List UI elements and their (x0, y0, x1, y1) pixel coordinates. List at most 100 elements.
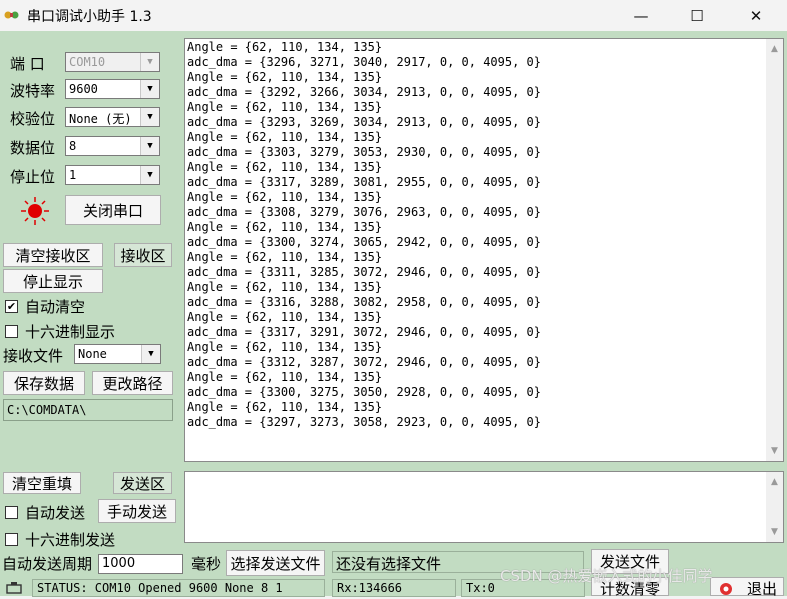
chevron-down-icon: ▼ (140, 80, 159, 98)
clear-receive-button[interactable]: 清空接收区 (3, 243, 103, 267)
close-port-button[interactable]: 关闭串口 (65, 195, 161, 225)
port-status-led-icon (21, 197, 49, 225)
parity-select-value: None (无) (69, 112, 132, 126)
receive-line: adc_dma = {3311, 3285, 3072, 2946, 0, 0,… (187, 265, 542, 279)
send-period-value: 1000 (102, 556, 136, 571)
scroll-down-icon[interactable]: ▼ (766, 524, 783, 540)
receive-area-button[interactable]: 接收区 (114, 243, 172, 267)
receive-line: Angle = {62, 110, 134, 135} (187, 250, 383, 264)
receive-line: Angle = {62, 110, 134, 135} (187, 280, 383, 294)
period-label: 自动发送周期 (2, 555, 93, 573)
csdn-watermark: CSDN @热爱嵌入式的小佳同学 (500, 567, 713, 585)
save-path-field: C:\COMDATA\ (3, 399, 173, 421)
receive-line: adc_dma = {3292, 3266, 3034, 2913, 0, 0,… (187, 85, 542, 99)
chevron-down-icon: ▼ (140, 53, 159, 71)
scroll-down-icon[interactable]: ▼ (766, 443, 783, 459)
rx-count-text: Rx:134666 (337, 581, 403, 595)
receive-file-select[interactable]: None ▼ (74, 344, 161, 364)
maximize-button[interactable]: ☐ (669, 0, 725, 31)
status-text: STATUS: COM10 Opened 9600 None 8 1 (37, 581, 283, 595)
app-icon (4, 11, 19, 19)
send-file-status-text: 还没有选择文件 (336, 555, 442, 573)
port-select[interactable]: COM10 ▼ (65, 52, 160, 72)
tx-count-text: Tx:0 (466, 581, 495, 595)
parity-label: 校验位 (10, 110, 56, 128)
send-scrollbar[interactable]: ▲ ▼ (766, 472, 783, 542)
clear-resend-button[interactable]: 清空重填 (3, 472, 81, 494)
port-label: 端 口 (10, 55, 45, 73)
receive-line: Angle = {62, 110, 134, 135} (187, 100, 383, 114)
receive-file-select-value: None (78, 347, 107, 361)
chevron-down-icon: ▼ (140, 137, 159, 155)
scroll-up-icon[interactable]: ▲ (766, 41, 783, 57)
hex-send-checkbox[interactable] (5, 533, 18, 546)
receive-file-label: 接收文件 (3, 347, 64, 365)
choose-send-file-button[interactable]: 选择发送文件 (226, 550, 325, 576)
receive-line: Angle = {62, 110, 134, 135} (187, 220, 383, 234)
change-path-button[interactable]: 更改路径 (92, 371, 173, 395)
receive-line: adc_dma = {3316, 3288, 3082, 2958, 0, 0,… (187, 295, 542, 309)
chevron-down-icon: ▼ (141, 345, 160, 363)
receive-textarea[interactable]: Angle = {62, 110, 134, 135} adc_dma = {32… (184, 38, 784, 462)
receive-line: adc_dma = {3300, 3275, 3050, 2928, 0, 0,… (187, 385, 542, 399)
receive-line: Angle = {62, 110, 134, 135} (187, 340, 383, 354)
chevron-down-icon: ▼ (140, 108, 159, 126)
stop-display-button[interactable]: 停止显示 (3, 269, 103, 293)
receive-line: adc_dma = {3303, 3279, 3053, 2930, 0, 0,… (187, 145, 542, 159)
receive-line: Angle = {62, 110, 134, 135} (187, 130, 383, 144)
auto-clear-checkbox[interactable]: ✔ (5, 300, 18, 313)
status-text-box: STATUS: COM10 Opened 9600 None 8 1 (32, 579, 325, 597)
receive-line: adc_dma = {3297, 3273, 3058, 2923, 0, 0,… (187, 415, 542, 429)
baud-select-value: 9600 (69, 82, 98, 96)
title-bar: 串口调试小助手 1.3 — ☐ ✕ (0, 0, 787, 31)
receive-line: adc_dma = {3300, 3274, 3065, 2942, 0, 0,… (187, 235, 542, 249)
port-icon (6, 582, 22, 594)
receive-line: adc_dma = {3317, 3289, 3081, 2955, 0, 0,… (187, 175, 542, 189)
receive-line: adc_dma = {3317, 3291, 3072, 2946, 0, 0,… (187, 325, 542, 339)
scroll-up-icon[interactable]: ▲ (766, 474, 783, 490)
auto-send-label: 自动发送 (25, 504, 86, 522)
auto-clear-label: 自动清空 (25, 298, 86, 316)
receive-line: Angle = {62, 110, 134, 135} (187, 370, 383, 384)
parity-select[interactable]: None (无) ▼ (65, 107, 160, 127)
manual-send-button[interactable]: 手动发送 (98, 499, 176, 523)
chevron-down-icon: ▼ (140, 166, 159, 184)
receive-line: Angle = {62, 110, 134, 135} (187, 400, 383, 414)
exit-icon (720, 583, 732, 595)
window-title: 串口调试小助手 1.3 (27, 9, 152, 25)
databits-label: 数据位 (10, 139, 56, 157)
port-select-value: COM10 (69, 55, 106, 69)
main-client-area: 端 口 COM10 ▼ 波特率 9600 ▼ 校验位 None (无) ▼ 数据… (0, 31, 787, 598)
receive-text-content: Angle = {62, 110, 134, 135} adc_dma = {32… (187, 40, 757, 430)
receive-line: Angle = {62, 110, 134, 135} (187, 160, 383, 174)
receive-line: adc_dma = {3308, 3279, 3076, 2963, 0, 0,… (187, 205, 542, 219)
stopbits-select-value: 1 (69, 168, 77, 182)
save-data-button[interactable]: 保存数据 (3, 371, 85, 395)
hex-display-checkbox[interactable] (5, 325, 18, 338)
stopbits-select[interactable]: 1 ▼ (65, 165, 160, 185)
auto-send-checkbox[interactable] (5, 506, 18, 519)
minimize-button[interactable]: — (613, 0, 669, 31)
save-path-text: C:\COMDATA\ (7, 403, 87, 417)
databits-select-value: 8 (69, 139, 77, 153)
baud-select[interactable]: 9600 ▼ (65, 79, 160, 99)
close-button[interactable]: ✕ (728, 0, 784, 31)
send-area-button[interactable]: 发送区 (113, 472, 172, 494)
send-textarea[interactable]: ▲ ▼ (184, 471, 784, 543)
receive-line: Angle = {62, 110, 134, 135} (187, 190, 383, 204)
receive-line: Angle = {62, 110, 134, 135} (187, 310, 383, 324)
receive-line: Angle = {62, 110, 134, 135} (187, 40, 383, 54)
hex-display-label: 十六进制显示 (25, 323, 116, 341)
receive-line: adc_dma = {3293, 3269, 3034, 2913, 0, 0,… (187, 115, 542, 129)
stopbits-label: 停止位 (10, 168, 56, 186)
baud-label: 波特率 (10, 82, 56, 100)
hex-send-label: 十六进制发送 (25, 531, 116, 549)
receive-scrollbar[interactable]: ▲ ▼ (766, 39, 783, 461)
databits-select[interactable]: 8 ▼ (65, 136, 160, 156)
rx-count-box: Rx:134666 (332, 579, 456, 597)
receive-line: adc_dma = {3296, 3271, 3040, 2917, 0, 0,… (187, 55, 542, 69)
receive-line: Angle = {62, 110, 134, 135} (187, 70, 383, 84)
receive-line: adc_dma = {3312, 3287, 3072, 2946, 0, 0,… (187, 355, 542, 369)
ms-label: 毫秒 (191, 555, 222, 573)
send-period-input[interactable]: 1000 (98, 554, 183, 574)
